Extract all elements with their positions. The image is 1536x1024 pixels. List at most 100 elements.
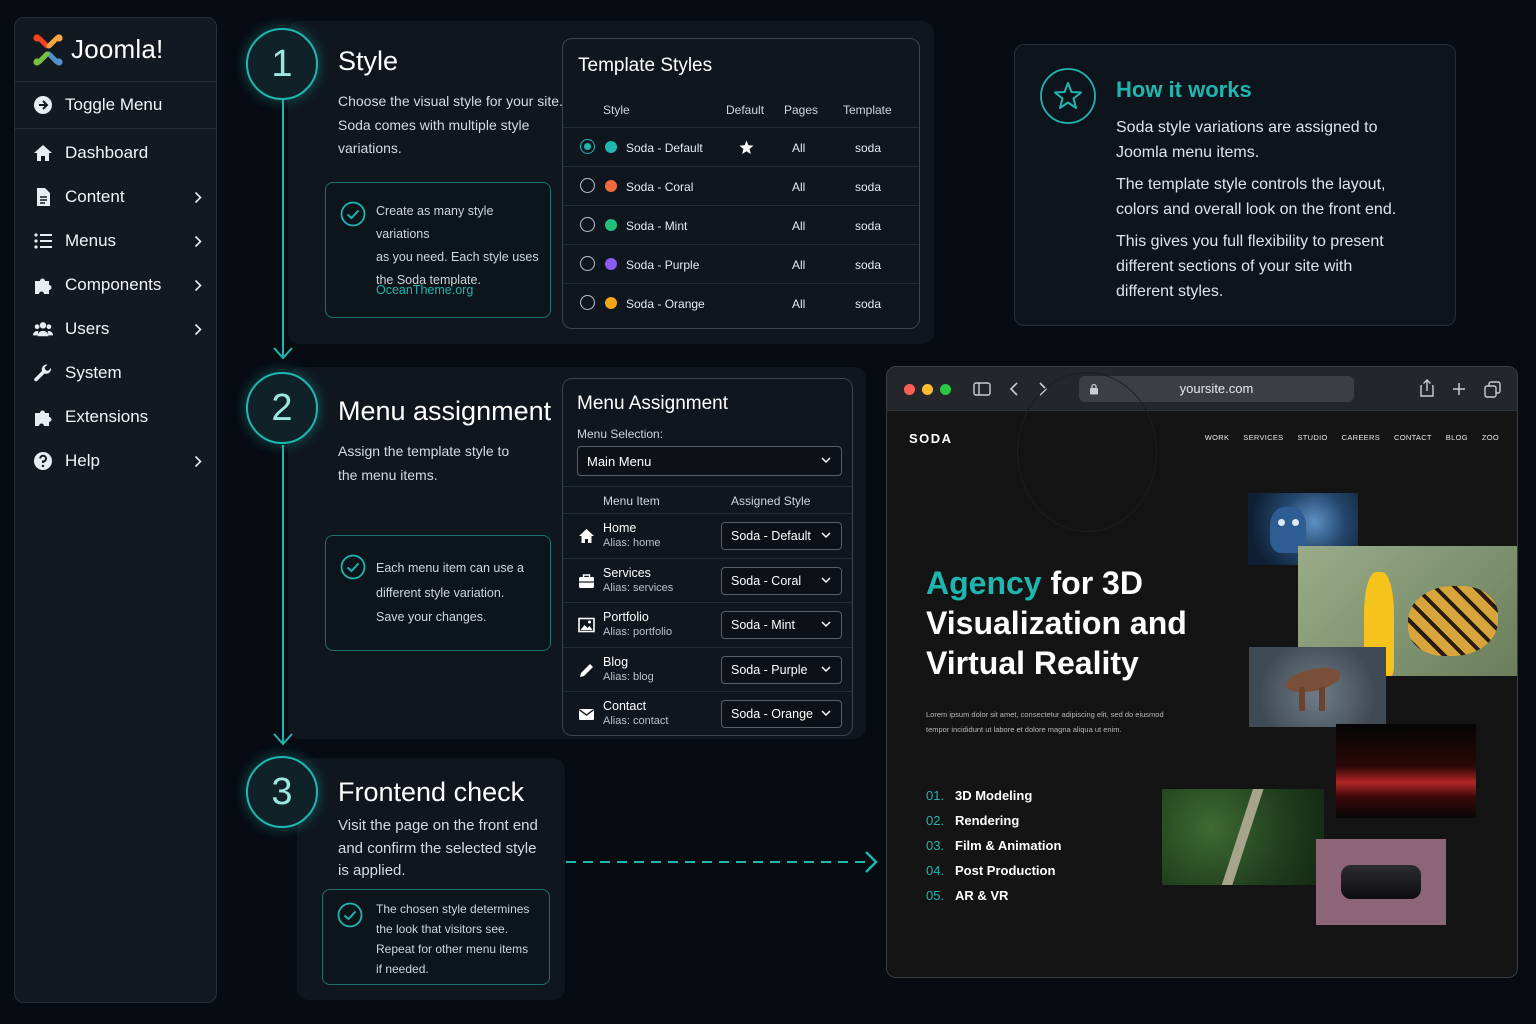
template-style-row[interactable]: Soda - Default All soda [563, 127, 919, 166]
minimize-window-button[interactable] [922, 384, 933, 395]
style-radio[interactable] [580, 178, 595, 193]
site-nav: WORK SERVICES STUDIO CAREERS CONTACT BLOG ZOO [1191, 433, 1499, 442]
sidebar-item-users[interactable]: Users [15, 307, 216, 351]
site-nav-contact[interactable]: CONTACT [1394, 433, 1432, 442]
chevron-down-icon [821, 532, 831, 539]
joomla-logo[interactable]: Joomla! [15, 18, 216, 82]
style-pages: All [792, 141, 806, 155]
url-text: yoursite.com [1179, 381, 1254, 396]
how-it-works-body: Soda style variations are assigned to Joo… [1116, 119, 1397, 300]
site-brand[interactable]: SODA [909, 431, 953, 446]
sidebar-item-content[interactable]: Content [15, 175, 216, 219]
step-1-note-text: Create as many style variations as you ne… [376, 204, 539, 287]
menu-item-name: Contact [603, 699, 647, 713]
style-radio[interactable] [580, 256, 595, 271]
style-radio[interactable] [580, 217, 595, 232]
check-circle-icon [340, 554, 366, 580]
sidebar-item-label: Extensions [65, 407, 149, 426]
sidebar-item-label: Help [65, 451, 100, 470]
image-icon [578, 617, 595, 638]
image-forest-road [1162, 789, 1324, 885]
envelope-icon [578, 706, 595, 727]
style-radio[interactable] [580, 139, 595, 154]
template-style-row[interactable]: Soda - Mint All soda [563, 205, 919, 244]
sidebar-item-extensions[interactable]: Extensions [15, 395, 216, 439]
site-nav-services[interactable]: SERVICES [1243, 433, 1283, 442]
oceantheme-link[interactable]: OceanTheme.org [376, 283, 473, 297]
maximize-window-button[interactable] [940, 384, 951, 395]
service-item[interactable]: 02. Rendering [926, 813, 1061, 838]
sidebar-item-help[interactable]: Help [15, 439, 216, 483]
style-name: Soda - Default [626, 141, 703, 155]
style-color-dot [605, 258, 617, 270]
chevron-right-icon [194, 321, 202, 341]
puzzle-icon [33, 275, 53, 295]
menu-selection-dropdown[interactable]: Main Menu [577, 446, 842, 476]
site-glow [1017, 372, 1157, 532]
sidebar-item-label: System [65, 363, 122, 382]
menu-item-alias: Alias: blog [603, 670, 654, 683]
style-color-dot [605, 297, 617, 309]
service-number: 05. [926, 888, 945, 903]
new-tab-icon[interactable] [1452, 382, 1466, 396]
style-name: Soda - Orange [626, 297, 705, 311]
site-nav-zoo[interactable]: ZOO [1482, 433, 1499, 442]
style-template: soda [855, 219, 882, 233]
assigned-style-select-home[interactable]: Soda - Default [721, 522, 842, 550]
assigned-style-select-blog[interactable]: Soda - Purple [721, 655, 842, 684]
service-label: Post Production [955, 863, 1056, 878]
sidebar-item-menus[interactable]: Menus [15, 219, 216, 263]
sidebar-item-dashboard[interactable]: Dashboard [15, 131, 216, 175]
sidebar-toggle-icon[interactable] [973, 382, 991, 396]
close-window-button[interactable] [904, 384, 915, 395]
check-circle-icon [340, 201, 366, 227]
puzzle-icon [33, 407, 53, 427]
step-3-note-text: The chosen style determines the look that… [376, 902, 530, 976]
chevron-down-icon [821, 710, 831, 717]
template-style-row[interactable]: Soda - Purple All soda [563, 244, 919, 283]
hero-lorem: Lorem ipsum dolor sit amet, consectetur … [926, 710, 1164, 734]
site-nav-work[interactable]: WORK [1205, 433, 1230, 442]
menu-item-alias: Alias: services [603, 581, 674, 594]
style-radio[interactable] [580, 295, 595, 310]
logo-text: Joomla! [71, 34, 164, 64]
assigned-style-select-contact[interactable]: Soda - Orange [721, 700, 842, 728]
menu-item-alias: Alias: home [603, 537, 661, 549]
menu-item-name: Portfolio [603, 610, 649, 624]
sidebar-item-system[interactable]: System [15, 351, 216, 395]
template-style-row[interactable]: Soda - Orange All soda [563, 283, 919, 322]
star-icon[interactable] [739, 140, 754, 155]
joomla-logo-icon [33, 33, 63, 66]
image-red-waves [1336, 724, 1476, 818]
step-2-note: Each menu item can use a different style … [325, 535, 551, 651]
site-nav-blog[interactable]: BLOG [1446, 433, 1468, 442]
menu-item-name: Blog [603, 654, 629, 669]
step-2-number: 2 [246, 372, 318, 444]
users-icon [33, 319, 53, 339]
assigned-style-select-portfolio[interactable]: Soda - Mint [721, 611, 842, 639]
tabs-overview-icon[interactable] [1484, 381, 1501, 398]
th-template: Template [843, 103, 892, 117]
service-item[interactable]: 01. 3D Modeling [926, 788, 1061, 813]
th-style: Style [603, 103, 630, 117]
service-item[interactable]: 04. Post Production [926, 863, 1061, 888]
th-default: Default [726, 103, 765, 117]
service-label: Film & Animation [955, 838, 1062, 853]
assigned-style-select-services[interactable]: Soda - Coral [721, 566, 842, 595]
share-icon[interactable] [1419, 379, 1435, 397]
menu-selection-value: Main Menu [587, 453, 652, 469]
sidebar-item-toggle-menu[interactable]: Toggle Menu [15, 82, 216, 129]
site-nav-careers[interactable]: CAREERS [1342, 433, 1380, 442]
sidebar: Joomla! Toggle Menu Dashboard Content Menus… [14, 17, 217, 1003]
service-item[interactable]: 05. AR & VR [926, 888, 1061, 913]
hero-heading: Agency for 3D Visualization and Virtual … [926, 565, 1187, 681]
template-style-row[interactable]: Soda - Coral All soda [563, 166, 919, 205]
sidebar-item-components[interactable]: Components [15, 263, 216, 307]
back-icon[interactable] [1009, 382, 1019, 396]
service-item[interactable]: 03. Film & Animation [926, 838, 1061, 863]
menu-assignment-title: Menu Assignment [577, 393, 729, 414]
site-nav-studio[interactable]: STUDIO [1298, 433, 1328, 442]
style-pages: All [792, 297, 806, 311]
menu-item-alias: Alias: contact [603, 715, 669, 727]
help-icon [33, 451, 53, 471]
